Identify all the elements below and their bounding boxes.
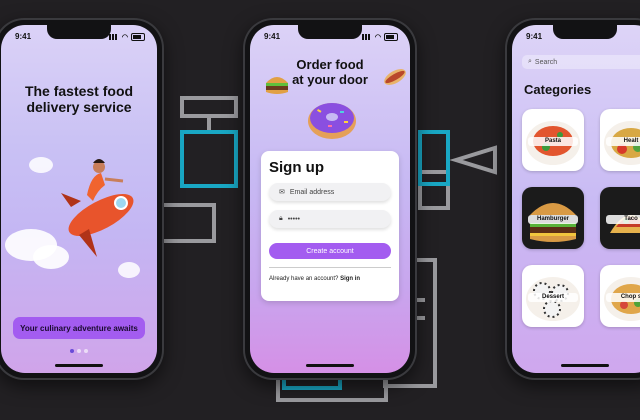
- search-placeholder: Search: [534, 58, 558, 66]
- category-tile[interactable]: Chop s: [600, 265, 640, 327]
- wifi-icon: ◠: [374, 33, 381, 41]
- lock-icon: 🔒︎: [279, 215, 283, 222]
- signin-row: Already have an account? Sign in: [269, 276, 360, 282]
- category-label: Healt: [606, 137, 640, 146]
- signup-screen: 9:41 ◠ Order food at your door Sign up ✉…: [250, 25, 410, 373]
- password-field[interactable]: 🔒︎ •••••: [269, 210, 391, 228]
- category-label: Chop s: [606, 293, 640, 302]
- battery-icon: [131, 32, 145, 41]
- donut-illustration: [308, 103, 356, 139]
- notch: [553, 25, 617, 39]
- password-value: •••••: [287, 215, 300, 223]
- category-tile[interactable]: Hamburger: [522, 187, 584, 249]
- phone-signup: 9:41 ◠ Order food at your door Sign up ✉…: [243, 18, 417, 380]
- signup-card: Sign up ✉ Email address 🔒︎ ••••• Create …: [261, 151, 399, 301]
- home-indicator: [561, 364, 609, 367]
- divider: [269, 267, 391, 268]
- signup-title: Sign up: [269, 159, 324, 176]
- page-dot[interactable]: [84, 349, 88, 353]
- notch: [47, 25, 111, 39]
- status-time: 9:41: [264, 32, 281, 41]
- create-account-button[interactable]: Create account: [269, 243, 391, 259]
- sign-in-link[interactable]: Sign in: [340, 276, 360, 282]
- have-account-text: Already have an account?: [269, 276, 339, 282]
- phone-categories: 9:41 ⌕ Search Categories Pasta Healt Ham…: [505, 18, 640, 380]
- category-label: Pasta: [528, 137, 578, 146]
- signal-icon: [361, 33, 372, 40]
- email-field[interactable]: ✉ Email address: [269, 183, 391, 201]
- signal-icon: [108, 33, 119, 40]
- page-dot[interactable]: [70, 349, 74, 353]
- category-tile[interactable]: Taco: [600, 187, 640, 249]
- status-time: 9:41: [15, 32, 32, 41]
- rocket-rider-illustration: [5, 157, 140, 278]
- onboarding-title: The fastest food delivery service: [24, 83, 134, 115]
- search-input[interactable]: ⌕ Search: [522, 55, 640, 69]
- status-time: 9:41: [526, 32, 543, 41]
- category-label: Dessert: [528, 293, 578, 302]
- category-label: Taco: [606, 215, 640, 224]
- battery-icon: [384, 32, 398, 41]
- home-indicator: [55, 364, 103, 367]
- onboarding-cta-button[interactable]: Your culinary adventure awaits: [13, 317, 145, 339]
- envelope-icon: ✉: [279, 189, 285, 196]
- page-indicator: [70, 349, 88, 353]
- page-dot[interactable]: [77, 349, 81, 353]
- notch: [298, 25, 362, 39]
- categories-title: Categories: [524, 82, 592, 97]
- home-indicator: [306, 364, 354, 367]
- category-tile[interactable]: Pasta: [522, 109, 584, 171]
- wifi-icon: ◠: [121, 33, 128, 41]
- categories-screen: 9:41 ⌕ Search Categories Pasta Healt Ham…: [512, 25, 640, 373]
- category-tile[interactable]: Healt: [600, 109, 640, 171]
- signup-header-title: Order food at your door: [292, 57, 368, 87]
- category-label: Hamburger: [528, 215, 578, 224]
- search-icon: ⌕: [528, 58, 532, 65]
- onboarding-screen: 9:41 ◠ The fastest food delivery service…: [1, 25, 157, 373]
- category-tile[interactable]: Dessert: [522, 265, 584, 327]
- email-placeholder: Email address: [289, 188, 335, 196]
- phone-onboarding: 9:41 ◠ The fastest food delivery service…: [0, 18, 164, 380]
